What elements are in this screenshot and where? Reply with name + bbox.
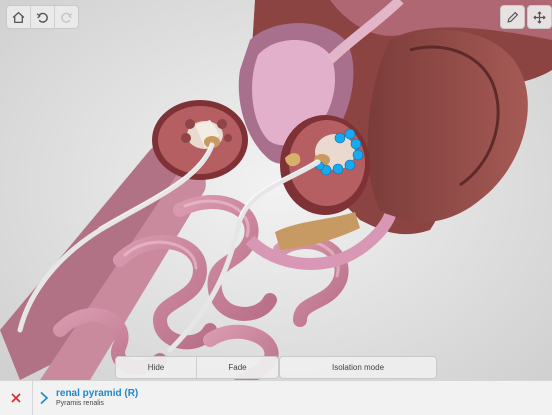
selected-structure-name[interactable]: renal pyramid (R) [56, 388, 138, 399]
tools-toolbar [500, 5, 552, 29]
close-icon [11, 393, 21, 403]
anatomy-3d-viewport[interactable] [0, 0, 552, 414]
selection-info-bar: renal pyramid (R) Pyramis renalis [0, 380, 552, 415]
fade-button[interactable]: Fade [197, 357, 278, 378]
undo-icon [36, 12, 48, 23]
hide-button[interactable]: Hide [116, 357, 196, 378]
move-button[interactable] [527, 5, 552, 29]
draw-button[interactable] [500, 5, 525, 29]
undo-button[interactable] [31, 6, 54, 28]
move-icon [533, 10, 546, 24]
chevron-right-icon[interactable] [38, 391, 50, 405]
redo-icon [61, 12, 73, 23]
isolation-action: Isolation mode [279, 356, 437, 379]
deselect-button[interactable] [0, 381, 33, 415]
redo-button[interactable] [55, 6, 78, 28]
history-toolbar [6, 5, 79, 29]
selected-structure-latin: Pyramis renalis [56, 400, 104, 407]
isolation-mode-button[interactable]: Isolation mode [280, 357, 436, 378]
home-button[interactable] [7, 6, 30, 28]
visibility-actions: Hide Fade [115, 356, 279, 379]
home-icon [12, 11, 25, 23]
pencil-icon [507, 11, 519, 23]
